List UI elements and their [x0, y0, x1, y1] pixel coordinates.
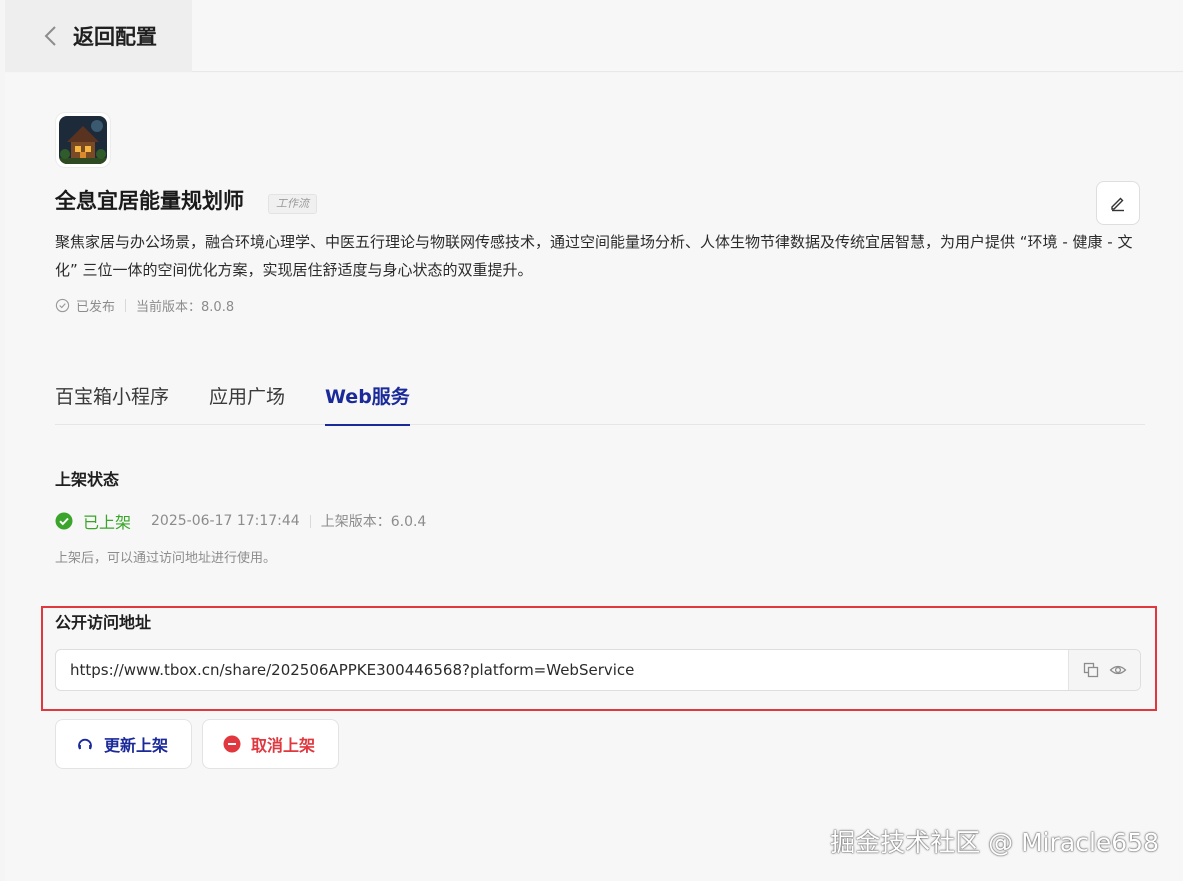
preview-button[interactable] [1109, 661, 1127, 679]
publish-info: 已发布 当前版本：8.0.8 [55, 296, 234, 315]
tab-bar: 百宝箱小程序 应用广场 Web服务 [55, 369, 1145, 426]
update-listing-button[interactable]: 更新上架 [55, 719, 192, 769]
chevron-left-icon [44, 26, 56, 46]
app-title: 全息宜居能量规划师 [55, 189, 244, 213]
listing-hint: 上架后，可以通过访问地址进行使用。 [55, 551, 277, 566]
tab-app-plaza[interactable]: 应用广场 [209, 369, 285, 425]
public-url-title: 公开访问地址 [55, 613, 152, 632]
listing-status: 已上架 [83, 513, 132, 532]
app-description: 聚焦家居与办公场景，融合环境心理学、中医五行理论与物联网传感技术，通过空间能量场… [55, 233, 1133, 279]
minus-circle-icon [223, 735, 241, 753]
type-badge: 工作流 [268, 194, 317, 214]
watermark: 掘金技术社区 @ Miracle658 [830, 828, 1159, 857]
main-panel: 全息宜居能量规划师 工作流 聚焦家居与办公场景，融合环境心理学、中医五行理论与物… [5, 73, 1183, 881]
tab-mini-program[interactable]: 百宝箱小程序 [55, 369, 169, 425]
check-circle-icon [55, 298, 70, 313]
divider [309, 514, 311, 528]
listed-version: 上架版本：6.0.4 [320, 514, 427, 530]
check-circle-filled-icon [55, 512, 73, 530]
current-version: 当前版本：8.0.8 [136, 300, 235, 315]
listing-status-title: 上架状态 [55, 470, 120, 489]
url-actions [1068, 650, 1140, 690]
house-icon [59, 116, 107, 164]
update-listing-label: 更新上架 [104, 736, 169, 755]
refresh-icon [78, 738, 92, 750]
divider [125, 299, 127, 312]
app-avatar [55, 112, 111, 168]
eye-icon [1109, 665, 1127, 675]
edit-button[interactable] [1096, 181, 1140, 225]
cancel-listing-label: 取消上架 [251, 736, 316, 755]
listing-timestamp: 2025-06-17 17:17:44 [151, 513, 300, 529]
public-url-input[interactable] [56, 650, 1068, 690]
copy-icon [1083, 662, 1098, 678]
public-url-field [55, 649, 1141, 691]
cancel-listing-button[interactable]: 取消上架 [202, 719, 339, 769]
tab-web-service[interactable]: Web服务 [325, 369, 410, 426]
copy-button[interactable] [1082, 661, 1100, 679]
back-label: 返回配置 [73, 25, 157, 49]
listing-status-row: 已上架 2025-06-17 17:17:44 上架版本：6.0.4 [55, 509, 426, 533]
pencil-icon [1111, 197, 1124, 212]
back-button[interactable]: 返回配置 [5, 0, 192, 72]
publish-status: 已发布 [76, 300, 116, 315]
